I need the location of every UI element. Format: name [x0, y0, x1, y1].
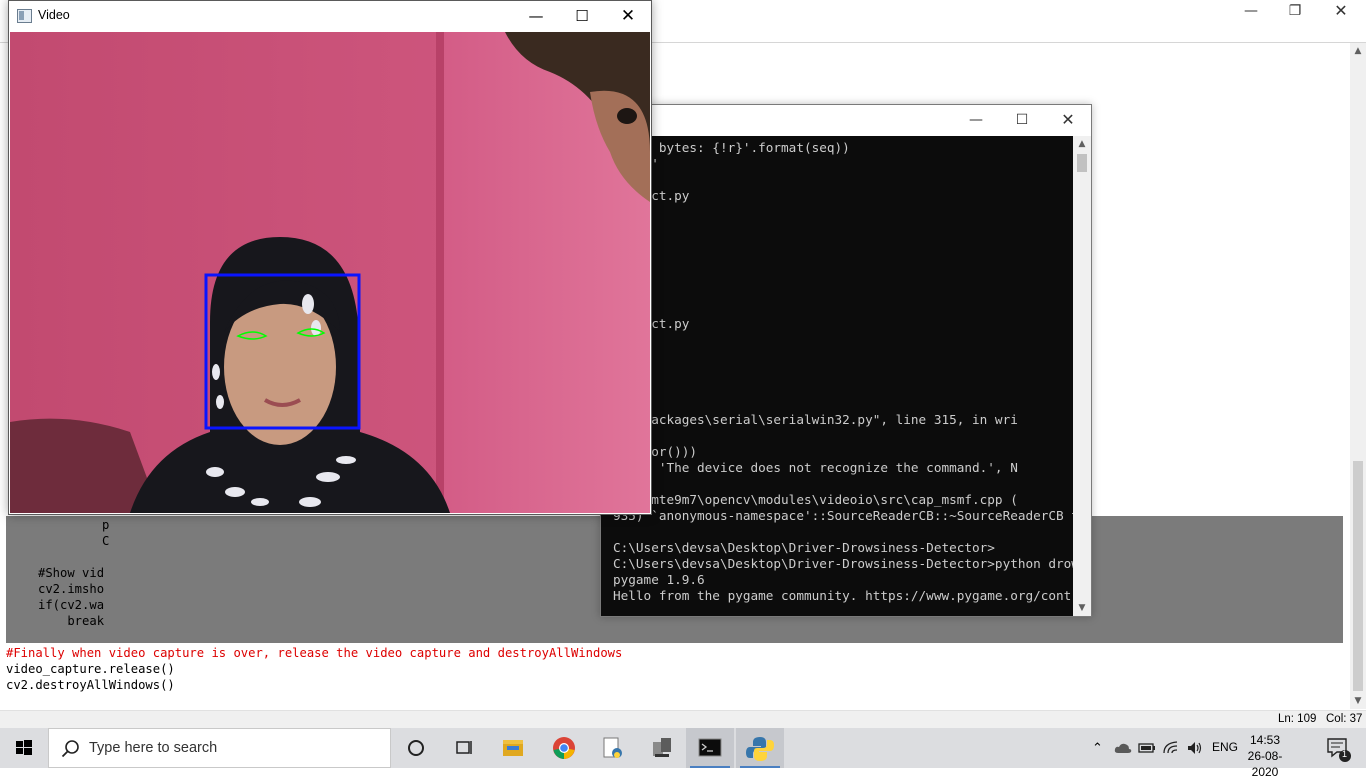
- code-fragment[interactable]: p: [102, 517, 109, 533]
- editor-scroll-thumb[interactable]: [1353, 461, 1363, 691]
- language-indicator[interactable]: ENG: [1212, 740, 1238, 754]
- status-line-number: Ln: 109: [1278, 713, 1317, 725]
- window-app-icon: [17, 9, 32, 23]
- video-title-bar[interactable]: Video — ☐ ✕: [9, 1, 651, 31]
- volume-icon[interactable]: [1186, 739, 1204, 757]
- scroll-down-icon[interactable]: ▼: [1073, 600, 1091, 616]
- onedrive-cloud-icon[interactable]: [1114, 740, 1132, 756]
- video-window-title: Video: [38, 8, 70, 22]
- console-output[interactable]: de to bytes: {!r}'.format(seq))s: '1'_de…: [601, 136, 1073, 616]
- webcam-image: [10, 32, 650, 513]
- console-scroll-thumb[interactable]: [1077, 154, 1087, 172]
- taskbar-clock[interactable]: 14:53 26-08-2020: [1236, 732, 1294, 780]
- console-line: Hello from the pygame community. https:/…: [613, 588, 1073, 603]
- notification-icon: [1327, 738, 1351, 762]
- console-line: C:\Users\devsa\Desktop\Driver-Drowsiness…: [613, 540, 995, 555]
- scroll-up-icon[interactable]: ▲: [1350, 43, 1366, 59]
- code-fragment[interactable]: C: [102, 533, 109, 549]
- console-title-bar[interactable]: — ☐ ✕: [601, 105, 1091, 136]
- task-view-icon: [456, 741, 472, 754]
- taskbar-python-idle[interactable]: [736, 728, 784, 768]
- scroll-up-icon[interactable]: ▲: [1073, 136, 1091, 152]
- console-scrollbar[interactable]: ▲ ▼: [1073, 136, 1091, 616]
- show-hidden-icons-chevron-icon[interactable]: ⌃: [1092, 740, 1103, 756]
- chrome-icon: [553, 737, 575, 759]
- webcam-frame: [10, 32, 650, 513]
- console-line: ite-packages\serial\serialwin32.py", lin…: [613, 412, 1018, 427]
- python-file-icon: [603, 737, 622, 758]
- task-view-button[interactable]: [392, 728, 440, 768]
- wifi-icon[interactable]: [1162, 739, 1180, 757]
- console-line: ld-wbmte9m7\opencv\modules\videoio\src\c…: [613, 492, 1018, 507]
- editor-scrollbar[interactable]: ▲ ▼: [1350, 43, 1366, 709]
- console-close-button[interactable]: ✕: [1045, 105, 1091, 136]
- clock-time: 14:53: [1249, 733, 1281, 747]
- code-fragment[interactable]: #Show vid: [38, 565, 104, 581]
- notification-count: 1: [1342, 749, 1348, 759]
- action-center-button[interactable]: 1: [1316, 728, 1366, 768]
- server-icon: [653, 738, 671, 757]
- folder-icon: [503, 740, 523, 756]
- console-line: r(13, 'The device does not recognize the…: [613, 460, 1018, 475]
- code-fragment[interactable]: cv2.imsho: [38, 581, 104, 597]
- taskbar-python-file[interactable]: [588, 728, 636, 768]
- terminal-icon: [698, 738, 722, 757]
- video-close-button[interactable]: ✕: [605, 1, 651, 31]
- python-icon: [746, 737, 774, 761]
- video-minimize-button[interactable]: —: [513, 1, 559, 31]
- search-placeholder: Type here to search: [89, 740, 218, 756]
- taskbar-chrome[interactable]: [540, 728, 588, 768]
- windows-logo-icon: [16, 740, 32, 755]
- task-view-button[interactable]: [440, 728, 488, 768]
- editor-close-button[interactable]: ✕: [1318, 0, 1364, 24]
- status-column-number: Col: 37: [1326, 713, 1363, 725]
- cortana-icon: [408, 740, 424, 756]
- console-line: 935) `anonymous-namespace'::SourceReader…: [613, 508, 1073, 523]
- code-release-line[interactable]: video_capture.release(): [6, 661, 175, 677]
- taskbar-file-explorer[interactable]: [489, 728, 537, 768]
- windows-taskbar: Type here to search ⌃ ENG 14:53 26-08-20…: [0, 728, 1366, 779]
- video-window[interactable]: Video — ☐ ✕: [8, 0, 652, 515]
- code-destroy-line[interactable]: cv2.destroyAllWindows(): [6, 677, 175, 693]
- console-minimize-button[interactable]: —: [953, 105, 999, 136]
- scroll-down-icon[interactable]: ▼: [1350, 693, 1366, 709]
- editor-maximize-button[interactable]: ❐: [1272, 0, 1318, 24]
- command-prompt-window[interactable]: — ☐ ✕ de to bytes: {!r}'.format(seq))s: …: [600, 104, 1092, 617]
- console-line: C:\Users\devsa\Desktop\Driver-Drowsiness…: [613, 556, 1073, 571]
- code-fragment[interactable]: break: [38, 613, 104, 629]
- clock-date: 26-08-2020: [1247, 749, 1283, 779]
- video-maximize-button[interactable]: ☐: [559, 1, 605, 31]
- console-maximize-button[interactable]: ☐: [999, 105, 1045, 136]
- console-line: pygame 1.9.6: [613, 572, 705, 587]
- battery-icon[interactable]: [1138, 740, 1156, 756]
- start-button[interactable]: [0, 728, 48, 768]
- code-comment-line[interactable]: #Finally when video capture is over, rel…: [6, 645, 622, 661]
- taskbar-search-box[interactable]: Type here to search: [48, 728, 391, 768]
- search-icon: [61, 740, 79, 758]
- code-fragment[interactable]: if(cv2.wa: [38, 597, 104, 613]
- taskbar-command-prompt[interactable]: [686, 728, 734, 768]
- editor-status-bar: Ln: 109 Col: 37: [0, 710, 1366, 729]
- editor-minimize-button[interactable]: —: [1228, 0, 1274, 24]
- taskbar-network-app[interactable]: [637, 728, 685, 768]
